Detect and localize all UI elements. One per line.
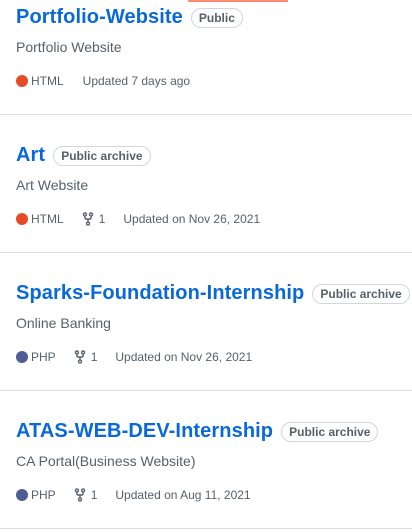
visibility-badge: Public archive (312, 283, 410, 304)
active-tab-underline (188, 0, 288, 2)
language-label: HTML (31, 74, 64, 88)
forks-link[interactable]: 1 (74, 350, 98, 364)
repo-description: Art Website (16, 177, 89, 193)
repo-forked-icon (74, 350, 85, 364)
repo-name-link[interactable]: Sparks-Foundation-Internship (16, 282, 304, 305)
forks-count: 1 (90, 350, 98, 364)
visibility-badge: Public archive (53, 145, 151, 166)
repo-meta: HTML Updated 7 days ago (16, 74, 190, 88)
repo-forked-icon (82, 212, 93, 226)
repo-language: HTML (16, 212, 64, 226)
visibility-badge: Public (190, 7, 243, 28)
repo-description: Online Banking (16, 315, 111, 331)
forks-link[interactable]: 1 (82, 212, 106, 226)
updated-time: Updated on Aug 11, 2021 (115, 488, 251, 502)
forks-count: 1 (98, 212, 106, 226)
repo-name-link[interactable]: ATAS-WEB-DEV-Internship (16, 420, 273, 443)
repo-name-link[interactable]: Portfolio-Website (16, 6, 183, 29)
repo-meta: PHP 1 Updated on Nov 26, 2021 (16, 350, 252, 364)
repo-description: CA Portal(Business Website) (16, 453, 196, 469)
divider (0, 390, 412, 391)
forks-link[interactable]: 1 (74, 488, 98, 502)
updated-time: Updated on Nov 26, 2021 (123, 212, 261, 226)
repo-language: HTML (16, 74, 64, 88)
repo-meta: HTML 1 Updated on Nov 26, 2021 (16, 212, 260, 226)
language-label: PHP (31, 488, 56, 502)
divider (0, 252, 412, 253)
repo-language: PHP (16, 350, 56, 364)
language-color-dot (16, 75, 28, 87)
visibility-badge: Public archive (281, 421, 379, 442)
divider (0, 528, 412, 529)
divider (0, 114, 412, 115)
language-color-dot (16, 213, 28, 225)
repo-description: Portfolio Website (16, 39, 122, 55)
repo-name-link[interactable]: Art (16, 144, 45, 167)
updated-time: Updated on Nov 26, 2021 (115, 350, 253, 364)
language-color-dot (16, 351, 28, 363)
language-label: PHP (31, 350, 56, 364)
language-label: HTML (31, 212, 64, 226)
repo-meta: PHP 1 Updated on Aug 11, 2021 (16, 488, 251, 502)
updated-time: Updated 7 days ago (82, 74, 191, 88)
language-color-dot (16, 489, 28, 501)
repo-language: PHP (16, 488, 56, 502)
forks-count: 1 (90, 488, 98, 502)
repo-forked-icon (74, 488, 85, 502)
